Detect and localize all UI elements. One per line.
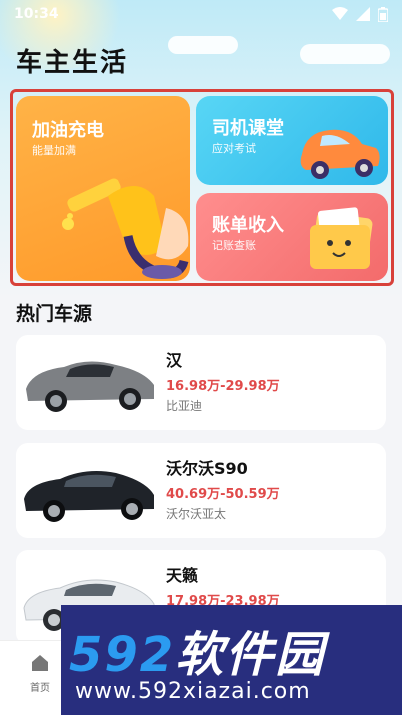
car-image: [24, 471, 154, 522]
watermark-overlay: 592软件园 www.592xiazai.com: [61, 605, 402, 715]
watermark-url: www.592xiazai.com: [75, 679, 311, 704]
home-icon: [32, 655, 48, 671]
watermark-text: 软件园: [175, 627, 326, 683]
fuel-charge-card[interactable]: 加油充电 能量加满: [16, 96, 190, 281]
page-title: 车主生活: [16, 48, 129, 78]
car-price: 40.69万-50.59万: [166, 487, 280, 502]
car-image: [26, 361, 154, 412]
cloud-decoration: [168, 36, 238, 54]
driver-card-title: 司机课堂: [212, 118, 284, 139]
fuel-nozzle-icon: [62, 178, 189, 279]
wifi-icon: [332, 7, 348, 20]
bill-card-subtitle: 记账查账: [212, 239, 256, 252]
bill-card-title: 账单收入: [212, 215, 284, 236]
status-time: 10:34: [14, 6, 59, 22]
car-brand: 沃尔沃亚太: [166, 507, 227, 521]
car-name: 天籁: [166, 566, 199, 585]
car-icon: [300, 129, 380, 179]
car-price: 16.98万-29.98万: [166, 379, 280, 394]
tab-home-label: 首页: [30, 683, 50, 694]
tab-home[interactable]: 首页: [22, 653, 58, 694]
car-list-item[interactable]: 汉 16.98万-29.98万 比亚迪: [16, 335, 386, 430]
watermark-digits: 592: [69, 627, 176, 683]
signal-icon: [356, 7, 370, 21]
driver-class-card[interactable]: 司机课堂 应对考试: [196, 96, 388, 185]
driver-card-subtitle: 应对考试: [212, 142, 256, 155]
watermark-brand: 592软件园: [69, 615, 325, 685]
car-brand: 比亚迪: [166, 399, 203, 413]
bill-income-card[interactable]: 账单收入 记账查账: [196, 193, 388, 281]
folder-icon: [310, 207, 373, 269]
status-bar: 10:34: [0, 0, 402, 28]
car-name: 沃尔沃S90: [166, 459, 248, 478]
battery-icon: [378, 6, 388, 22]
cloud-decoration: [300, 44, 390, 64]
car-name: 汉: [166, 351, 183, 370]
section-title: 热门车源: [16, 303, 93, 325]
car-list-item[interactable]: 沃尔沃S90 40.69万-50.59万 沃尔沃亚太: [16, 443, 386, 538]
